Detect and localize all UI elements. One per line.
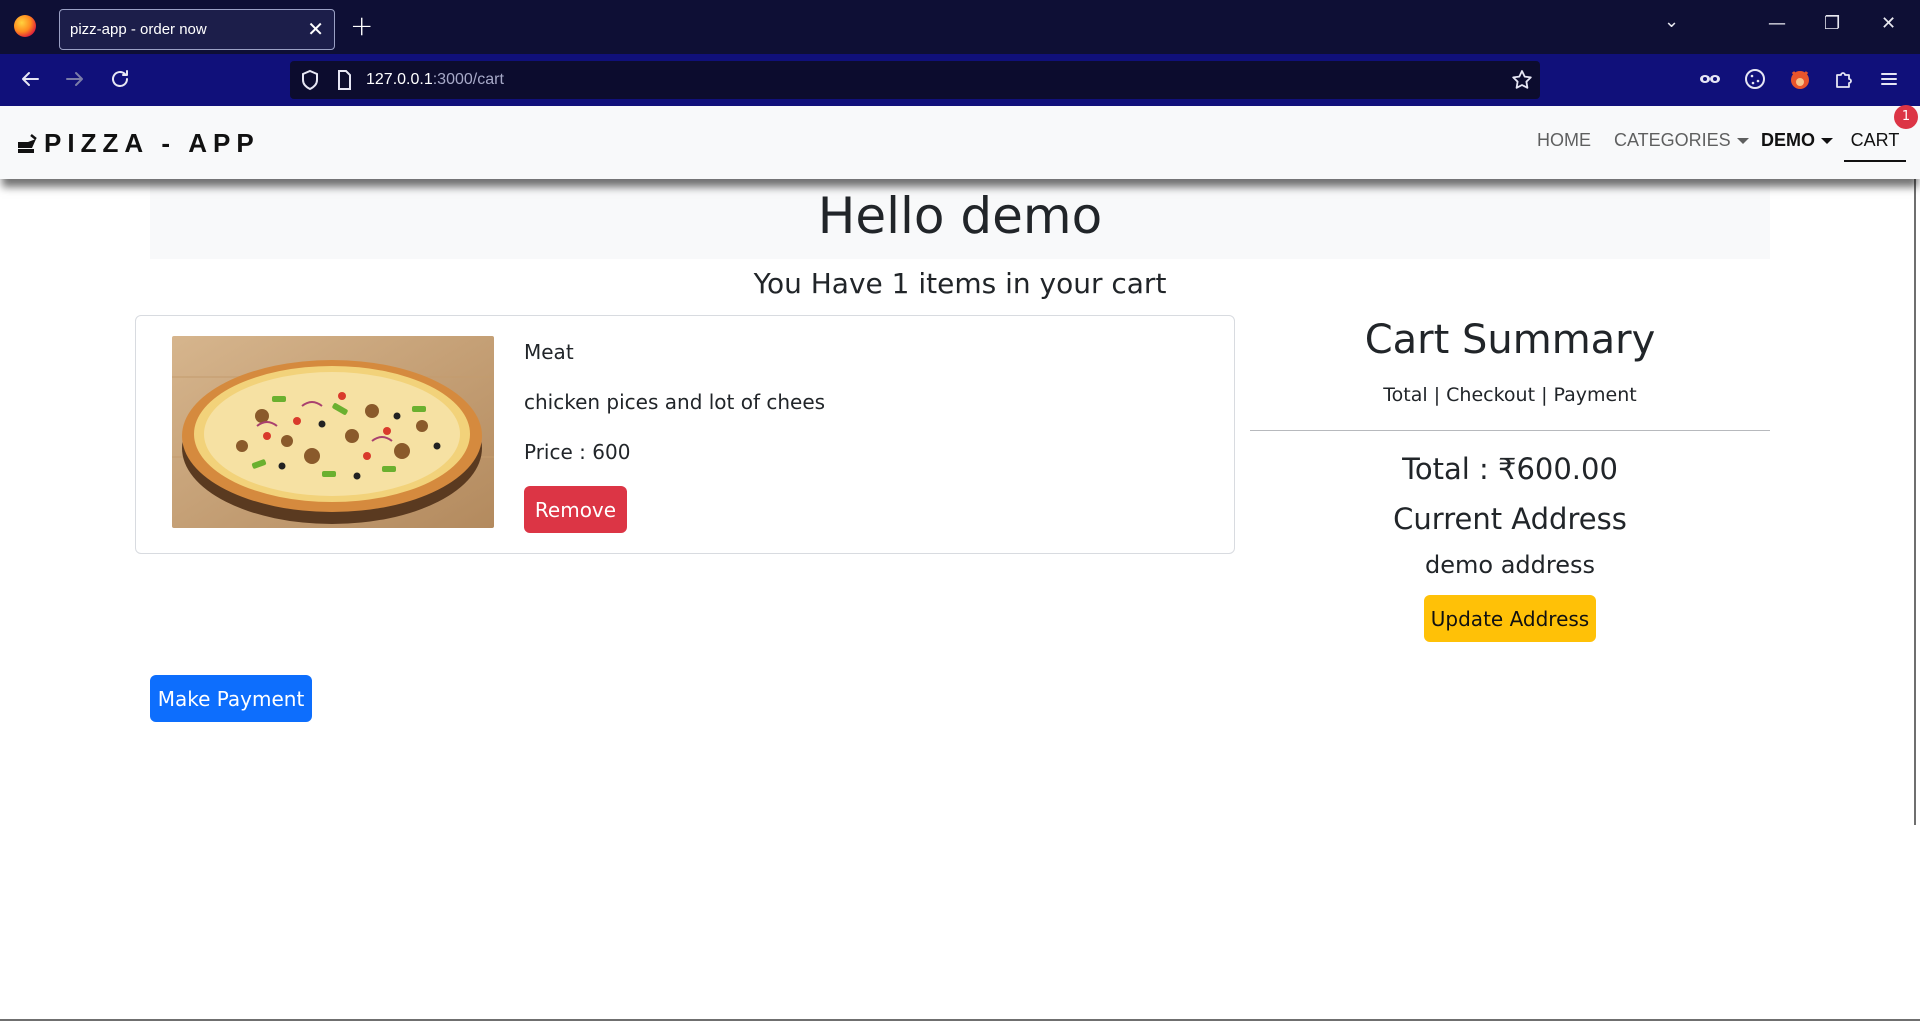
summary-title: Cart Summary bbox=[1364, 317, 1656, 363]
cookie-icon[interactable] bbox=[1743, 67, 1767, 91]
site-navbar: PIZZA - APP HOME CATEGORIES DEMO CART bbox=[0, 106, 1920, 179]
bookmark-star-icon[interactable] bbox=[1510, 68, 1534, 98]
url-bar[interactable]: 127.0.0.1:3000/cart bbox=[290, 61, 1540, 99]
extension-fox-icon[interactable] bbox=[1788, 67, 1812, 91]
cart-total: Total : ₹600.00 bbox=[1402, 452, 1618, 486]
firefox-logo-icon bbox=[14, 15, 36, 37]
minimize-icon[interactable]: — bbox=[1768, 14, 1786, 34]
browser-tab[interactable]: pizz-app - order now ✕ bbox=[59, 9, 335, 50]
reload-icon[interactable] bbox=[108, 67, 132, 97]
item-description: chicken pices and lot of chees bbox=[524, 390, 826, 414]
url-host: 127.0.0.1 bbox=[366, 71, 433, 88]
brand-name: PIZZA - APP bbox=[44, 128, 260, 158]
page-icon bbox=[332, 68, 356, 98]
shield-icon[interactable] bbox=[298, 68, 322, 98]
nav-home-link[interactable]: HOME bbox=[1537, 130, 1591, 151]
extensions-puzzle-icon[interactable] bbox=[1832, 67, 1856, 91]
list-all-tabs-icon[interactable]: ⌄ bbox=[1664, 12, 1679, 32]
summary-subtitle: Total | Checkout | Payment bbox=[1383, 384, 1637, 406]
make-payment-button[interactable]: Make Payment bbox=[150, 675, 312, 722]
item-price: Price : 600 bbox=[524, 440, 631, 464]
divider bbox=[1250, 430, 1770, 431]
remove-item-button[interactable]: Remove bbox=[524, 486, 627, 533]
new-tab-button[interactable]: + bbox=[350, 12, 373, 40]
tab-close-icon[interactable]: ✕ bbox=[307, 17, 324, 41]
menu-icon[interactable] bbox=[1877, 67, 1901, 91]
browser-tab-bar: pizz-app - order now ✕ + ⌄ — ❐ ✕ bbox=[0, 0, 1920, 54]
nav-user-label: DEMO bbox=[1761, 130, 1815, 150]
current-address: demo address bbox=[1425, 551, 1595, 579]
cart-count-message: You Have 1 items in your cart bbox=[753, 267, 1167, 300]
forward-icon[interactable] bbox=[63, 67, 87, 97]
cart-count-badge: 1 bbox=[1894, 105, 1918, 129]
nav-cart-link[interactable]: CART bbox=[1844, 124, 1906, 162]
window-close-icon[interactable]: ✕ bbox=[1881, 14, 1896, 34]
private-mask-icon[interactable] bbox=[1698, 67, 1722, 91]
brand-link[interactable]: PIZZA - APP bbox=[14, 128, 260, 159]
back-icon[interactable] bbox=[18, 67, 42, 97]
tab-title: pizz-app - order now bbox=[70, 21, 207, 38]
browser-toolbar: 127.0.0.1:3000/cart bbox=[0, 54, 1920, 106]
pizza-image bbox=[172, 336, 494, 528]
address-heading: Current Address bbox=[1393, 502, 1627, 536]
cart-item-card: Meat chicken pices and lot of chees Pric… bbox=[135, 315, 1235, 554]
scrollbar[interactable] bbox=[1914, 179, 1916, 825]
nav-categories-label: CATEGORIES bbox=[1614, 130, 1731, 150]
update-address-button[interactable]: Update Address bbox=[1424, 595, 1596, 642]
chevron-down-icon bbox=[1736, 138, 1749, 145]
nav-categories-dropdown[interactable]: CATEGORIES bbox=[1614, 130, 1749, 151]
url-text[interactable]: 127.0.0.1:3000/cart bbox=[366, 71, 504, 89]
page-title: Hello demo bbox=[817, 187, 1103, 245]
pizza-slice-icon bbox=[18, 133, 37, 153]
restore-icon[interactable]: ❐ bbox=[1824, 14, 1840, 34]
nav-user-dropdown[interactable]: DEMO bbox=[1761, 130, 1833, 151]
item-name: Meat bbox=[524, 340, 574, 364]
url-path: :3000/cart bbox=[432, 71, 504, 88]
cart-summary: Cart Summary Total | Checkout | Payment … bbox=[1250, 310, 1770, 642]
greeting-banner: Hello demo bbox=[150, 179, 1770, 259]
chevron-down-icon bbox=[1821, 138, 1833, 145]
